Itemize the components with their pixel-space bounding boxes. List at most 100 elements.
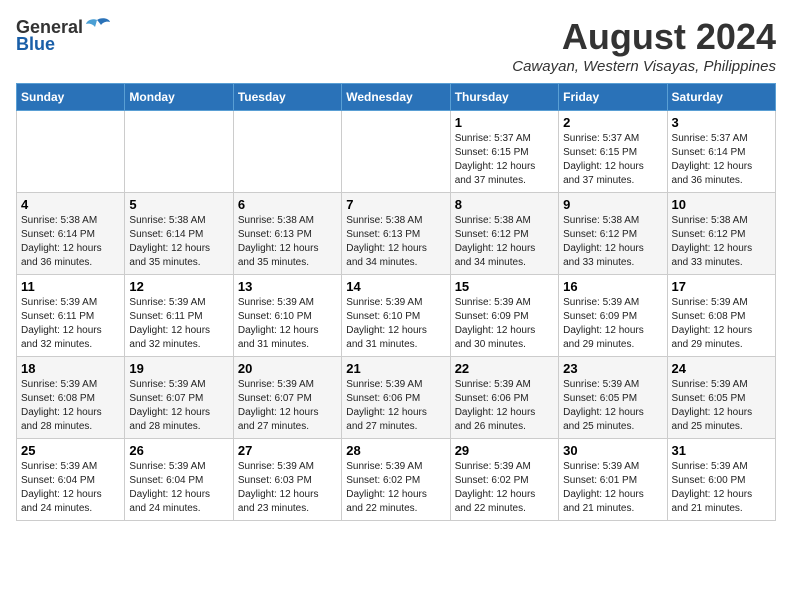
- day-info: Sunrise: 5:37 AM Sunset: 6:14 PM Dayligh…: [672, 132, 771, 188]
- day-info: Sunrise: 5:39 AM Sunset: 6:06 PM Dayligh…: [455, 378, 554, 434]
- day-number: 21: [346, 361, 445, 376]
- logo: General Blue: [16, 16, 111, 55]
- day-number: 2: [563, 115, 662, 130]
- header: General Blue August 2024 Cawayan, Wester…: [16, 16, 776, 75]
- header-saturday: Saturday: [667, 84, 775, 111]
- day-number: 23: [563, 361, 662, 376]
- header-tuesday: Tuesday: [233, 84, 341, 111]
- week-row-1: 1 Sunrise: 5:37 AM Sunset: 6:15 PM Daylig…: [17, 111, 776, 193]
- day-info: Sunrise: 5:38 AM Sunset: 6:13 PM Dayligh…: [238, 214, 337, 270]
- day-info: Sunrise: 5:39 AM Sunset: 6:06 PM Dayligh…: [346, 378, 445, 434]
- day-info: Sunrise: 5:38 AM Sunset: 6:12 PM Dayligh…: [455, 214, 554, 270]
- calendar-cell: 14 Sunrise: 5:39 AM Sunset: 6:10 PM Dayli…: [342, 275, 450, 357]
- calendar-cell: 7 Sunrise: 5:38 AM Sunset: 6:13 PM Daylig…: [342, 193, 450, 275]
- calendar-cell: 18 Sunrise: 5:39 AM Sunset: 6:08 PM Dayli…: [17, 357, 125, 439]
- calendar-cell: 15Sunrise: 5:39 AM Sunset: 6:09 PM Dayli…: [450, 275, 558, 357]
- day-info: Sunrise: 5:38 AM Sunset: 6:13 PM Dayligh…: [346, 214, 445, 270]
- day-info: Sunrise: 5:39 AM Sunset: 6:11 PM Dayligh…: [21, 296, 120, 352]
- day-number: 20: [238, 361, 337, 376]
- week-row-2: 4Sunrise: 5:38 AM Sunset: 6:14 PM Daylig…: [17, 193, 776, 275]
- day-number: 1: [455, 115, 554, 130]
- day-number: 27: [238, 443, 337, 458]
- calendar-cell: 17 Sunrise: 5:39 AM Sunset: 6:08 PM Dayli…: [667, 275, 775, 357]
- day-number: 31: [672, 443, 771, 458]
- calendar-cell: 20 Sunrise: 5:39 AM Sunset: 6:07 PM Dayli…: [233, 357, 341, 439]
- header-thursday: Thursday: [450, 84, 558, 111]
- day-number: 16: [563, 279, 662, 294]
- day-info: Sunrise: 5:39 AM Sunset: 6:09 PM Dayligh…: [563, 296, 662, 352]
- day-info: Sunrise: 5:39 AM Sunset: 6:05 PM Dayligh…: [672, 378, 771, 434]
- calendar-header-row: SundayMondayTuesdayWednesdayThursdayFrid…: [17, 84, 776, 111]
- day-number: 11: [21, 279, 120, 294]
- day-info: Sunrise: 5:39 AM Sunset: 6:01 PM Dayligh…: [563, 460, 662, 516]
- calendar-cell: 16 Sunrise: 5:39 AM Sunset: 6:09 PM Dayli…: [559, 275, 667, 357]
- day-info: Sunrise: 5:38 AM Sunset: 6:12 PM Dayligh…: [563, 214, 662, 270]
- header-monday: Monday: [125, 84, 233, 111]
- day-number: 5: [129, 197, 228, 212]
- day-number: 14: [346, 279, 445, 294]
- calendar-cell: [125, 111, 233, 193]
- day-info: Sunrise: 5:39 AM Sunset: 6:02 PM Dayligh…: [455, 460, 554, 516]
- week-row-3: 11 Sunrise: 5:39 AM Sunset: 6:11 PM Dayli…: [17, 275, 776, 357]
- calendar-cell: 11 Sunrise: 5:39 AM Sunset: 6:11 PM Dayli…: [17, 275, 125, 357]
- day-number: 13: [238, 279, 337, 294]
- day-info: Sunrise: 5:39 AM Sunset: 6:10 PM Dayligh…: [346, 296, 445, 352]
- day-number: 29: [455, 443, 554, 458]
- day-info: Sunrise: 5:39 AM Sunset: 6:07 PM Dayligh…: [238, 378, 337, 434]
- day-number: 3: [672, 115, 771, 130]
- calendar-table: SundayMondayTuesdayWednesdayThursdayFrid…: [16, 83, 776, 521]
- logo-bird-icon: [83, 16, 111, 38]
- week-row-4: 18 Sunrise: 5:39 AM Sunset: 6:08 PM Dayli…: [17, 357, 776, 439]
- day-info: Sunrise: 5:39 AM Sunset: 6:04 PM Dayligh…: [129, 460, 228, 516]
- day-number: 22: [455, 361, 554, 376]
- day-number: 10: [672, 197, 771, 212]
- calendar-cell: 19Sunrise: 5:39 AM Sunset: 6:07 PM Dayli…: [125, 357, 233, 439]
- calendar-cell: 22 Sunrise: 5:39 AM Sunset: 6:06 PM Dayli…: [450, 357, 558, 439]
- day-number: 28: [346, 443, 445, 458]
- calendar-cell: 4Sunrise: 5:38 AM Sunset: 6:14 PM Daylig…: [17, 193, 125, 275]
- day-number: 9: [563, 197, 662, 212]
- day-info: Sunrise: 5:39 AM Sunset: 6:03 PM Dayligh…: [238, 460, 337, 516]
- day-number: 24: [672, 361, 771, 376]
- calendar-cell: 27 Sunrise: 5:39 AM Sunset: 6:03 PM Dayli…: [233, 439, 341, 521]
- day-info: Sunrise: 5:39 AM Sunset: 6:00 PM Dayligh…: [672, 460, 771, 516]
- calendar-cell: 21 Sunrise: 5:39 AM Sunset: 6:06 PM Dayli…: [342, 357, 450, 439]
- day-number: 25: [21, 443, 120, 458]
- day-number: 6: [238, 197, 337, 212]
- day-number: 12: [129, 279, 228, 294]
- day-info: Sunrise: 5:39 AM Sunset: 6:08 PM Dayligh…: [21, 378, 120, 434]
- day-info: Sunrise: 5:39 AM Sunset: 6:10 PM Dayligh…: [238, 296, 337, 352]
- calendar-cell: 1 Sunrise: 5:37 AM Sunset: 6:15 PM Daylig…: [450, 111, 558, 193]
- logo-blue: Blue: [16, 34, 55, 55]
- calendar-cell: 5Sunrise: 5:38 AM Sunset: 6:14 PM Daylig…: [125, 193, 233, 275]
- title-section: August 2024 Cawayan, Western Visayas, Ph…: [512, 16, 776, 75]
- calendar-cell: 13 Sunrise: 5:39 AM Sunset: 6:10 PM Dayli…: [233, 275, 341, 357]
- calendar-cell: 28Sunrise: 5:39 AM Sunset: 6:02 PM Dayli…: [342, 439, 450, 521]
- day-info: Sunrise: 5:39 AM Sunset: 6:07 PM Dayligh…: [129, 378, 228, 434]
- week-row-5: 25 Sunrise: 5:39 AM Sunset: 6:04 PM Dayli…: [17, 439, 776, 521]
- day-info: Sunrise: 5:37 AM Sunset: 6:15 PM Dayligh…: [455, 132, 554, 188]
- header-wednesday: Wednesday: [342, 84, 450, 111]
- calendar-cell: 2 Sunrise: 5:37 AM Sunset: 6:15 PM Daylig…: [559, 111, 667, 193]
- day-info: Sunrise: 5:39 AM Sunset: 6:04 PM Dayligh…: [21, 460, 120, 516]
- day-info: Sunrise: 5:38 AM Sunset: 6:12 PM Dayligh…: [672, 214, 771, 270]
- day-number: 30: [563, 443, 662, 458]
- day-number: 4: [21, 197, 120, 212]
- day-info: Sunrise: 5:39 AM Sunset: 6:11 PM Dayligh…: [129, 296, 228, 352]
- day-info: Sunrise: 5:39 AM Sunset: 6:08 PM Dayligh…: [672, 296, 771, 352]
- calendar-cell: [17, 111, 125, 193]
- calendar-cell: 26 Sunrise: 5:39 AM Sunset: 6:04 PM Dayli…: [125, 439, 233, 521]
- calendar-cell: 6 Sunrise: 5:38 AM Sunset: 6:13 PM Daylig…: [233, 193, 341, 275]
- day-number: 18: [21, 361, 120, 376]
- day-number: 26: [129, 443, 228, 458]
- calendar-cell: 30 Sunrise: 5:39 AM Sunset: 6:01 PM Dayli…: [559, 439, 667, 521]
- day-info: Sunrise: 5:37 AM Sunset: 6:15 PM Dayligh…: [563, 132, 662, 188]
- header-sunday: Sunday: [17, 84, 125, 111]
- calendar-cell: 9 Sunrise: 5:38 AM Sunset: 6:12 PM Daylig…: [559, 193, 667, 275]
- day-number: 17: [672, 279, 771, 294]
- calendar-cell: 12 Sunrise: 5:39 AM Sunset: 6:11 PM Dayli…: [125, 275, 233, 357]
- calendar-cell: 23Sunrise: 5:39 AM Sunset: 6:05 PM Dayli…: [559, 357, 667, 439]
- header-friday: Friday: [559, 84, 667, 111]
- day-number: 7: [346, 197, 445, 212]
- day-info: Sunrise: 5:39 AM Sunset: 6:09 PM Dayligh…: [455, 296, 554, 352]
